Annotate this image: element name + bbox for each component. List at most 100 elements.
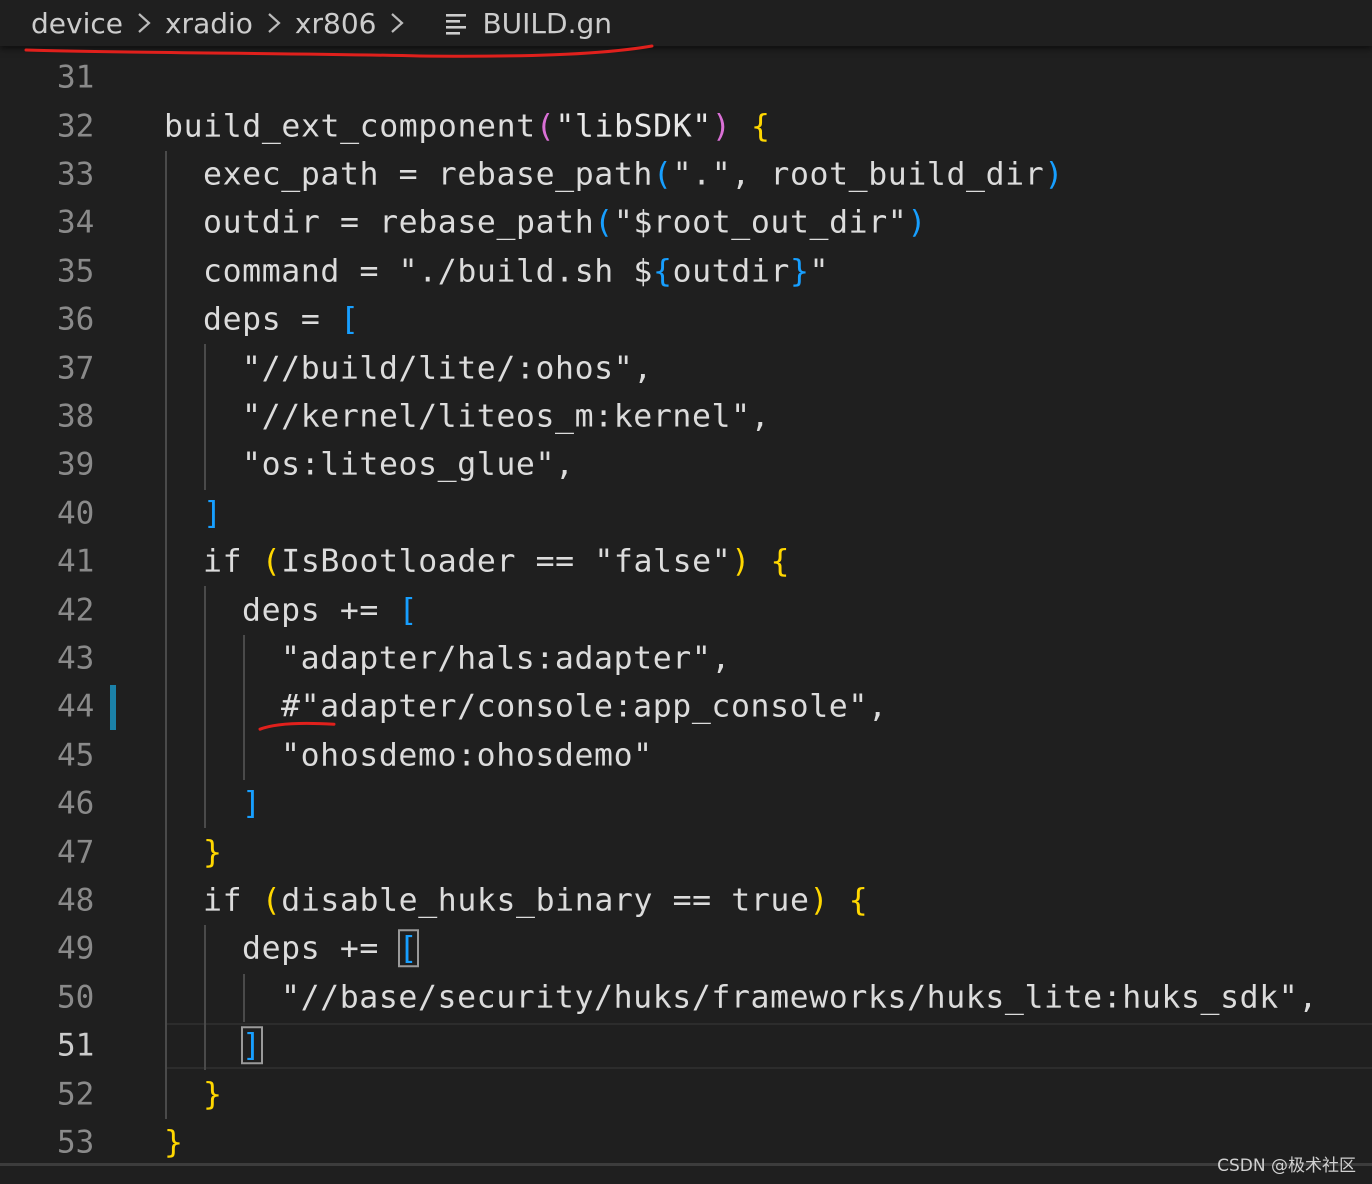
code-editor[interactable]: 31 32 build_ext_component("libSDK") { 33 exe… (0, 54, 1372, 1164)
code-line-46[interactable]: 46] (0, 780, 1372, 828)
code-line-41[interactable]: 41 if (IsBootloader == "false") { (0, 538, 1372, 586)
code-token: "//build/lite/:ohos", (242, 349, 653, 386)
line-number: 44 (57, 688, 95, 725)
code-line-39[interactable]: 39 "os:liteos_glue", (0, 441, 1372, 489)
line-number: 45 (57, 737, 95, 774)
code-token: [ (339, 301, 360, 338)
code-token: "//kernel/liteos_m:kernel", (242, 398, 771, 435)
code-token: "libSDK" (555, 107, 712, 144)
line-number: 43 (57, 640, 95, 677)
line-number: 35 (57, 253, 95, 290)
code-token: deps = (203, 301, 340, 338)
code-token: "//base/security/huks/frameworks/huks_li… (281, 979, 1318, 1016)
code-text: "//build/lite/:ohos", (242, 349, 653, 386)
code-line-35[interactable]: 35 command = "./build.sh ${outdir}" (0, 248, 1372, 296)
line-number: 36 (57, 301, 95, 338)
status-divider (0, 1163, 1372, 1166)
code-token: ) (731, 543, 751, 580)
code-text: deps += [ (242, 594, 418, 627)
code-text: deps += [ (242, 929, 420, 968)
matched-bracket: [ (397, 929, 420, 968)
code-token: { (653, 253, 673, 290)
code-text: ] (203, 495, 223, 532)
code-text: ] (241, 1026, 263, 1065)
chevron-right-icon (268, 13, 281, 33)
code-text: exec_path = rebase_path(".", root_build_… (203, 156, 1064, 193)
code-token: } (164, 1124, 184, 1161)
code-line-42[interactable]: 42 deps += [ (0, 586, 1372, 634)
code-token: build_ext_component (164, 107, 536, 144)
code-text: "//kernel/liteos_m:kernel", (242, 398, 771, 435)
code-token: if (203, 543, 262, 580)
code-token: disable_huks_binary == true (281, 882, 810, 919)
code-text: build_ext_component("libSDK") { (164, 107, 771, 144)
code-text: ] (242, 788, 262, 820)
code-token: ) (907, 204, 927, 241)
code-token: ] (203, 495, 223, 532)
line-number: 38 (57, 398, 95, 435)
code-token: } (203, 833, 223, 870)
code-token: outdir = rebase_path (203, 204, 595, 241)
code-token: outdir (672, 253, 790, 290)
code-line-51[interactable]: 51] (0, 1022, 1372, 1070)
code-line-45[interactable]: 45 "ohosdemo:ohosdemo" (0, 732, 1372, 780)
code-line-38[interactable]: 38 "//kernel/liteos_m:kernel", (0, 393, 1372, 441)
code-token: "adapter/hals:adapter", (281, 640, 731, 677)
breadcrumb: device xradio xr806 BUILD.gn (0, 0, 1372, 46)
line-number: 41 (57, 543, 95, 580)
code-line-43[interactable]: 43 "adapter/hals:adapter", (0, 635, 1372, 683)
code-line-48[interactable]: 48 if (disable_huks_binary == true) { (0, 877, 1372, 925)
line-number: 53 (57, 1124, 95, 1161)
code-text: if (disable_huks_binary == true) { (203, 882, 868, 919)
code-token: command = "./build.sh $ (203, 253, 653, 290)
line-number: 46 (57, 785, 95, 822)
code-line-52[interactable]: 52} (0, 1070, 1372, 1118)
code-line-32[interactable]: 32 build_ext_component("libSDK") { (0, 102, 1372, 150)
code-text: "adapter/hals:adapter", (281, 640, 731, 677)
code-token: ( (535, 107, 556, 144)
code-text: "//base/security/huks/frameworks/huks_li… (281, 979, 1318, 1016)
line-number: 51 (57, 1027, 95, 1064)
chevron-right-icon (138, 13, 151, 33)
code-line-34[interactable]: 34 outdir = rebase_path("$root_out_dir") (0, 199, 1372, 247)
breadcrumb-item-device[interactable]: device (31, 7, 123, 40)
line-number: 33 (57, 156, 95, 193)
code-token: ".", root_build_dir (672, 156, 1045, 193)
code-line-36[interactable]: 36 deps = [ (0, 296, 1372, 344)
code-token: ) (809, 882, 830, 919)
code-line-47[interactable]: 47} (0, 828, 1372, 876)
code-line-44[interactable]: 44 #"adapter/console:app_console", (0, 683, 1372, 731)
code-text: "os:liteos_glue", (242, 449, 575, 482)
line-number: 47 (57, 834, 95, 871)
code-line-50[interactable]: 50 "//base/security/huks/frameworks/huks_… (0, 974, 1372, 1022)
code-token: " (809, 253, 830, 290)
code-text: command = "./build.sh ${outdir}" (203, 253, 830, 290)
code-line-49[interactable]: 49 deps += [ (0, 925, 1372, 973)
code-token: ] (242, 785, 262, 822)
code-token: { (751, 107, 771, 144)
code-token: if (203, 882, 262, 919)
list-icon (446, 14, 467, 35)
breadcrumb-item-xr806[interactable]: xr806 (295, 7, 377, 40)
breadcrumb-item-xradio[interactable]: xradio (165, 7, 253, 40)
line-number: 40 (57, 495, 95, 532)
code-text: "ohosdemo:ohosdemo" (281, 739, 653, 772)
breadcrumb-file-name[interactable]: BUILD.gn (482, 7, 612, 40)
code-text: } (203, 1078, 223, 1111)
code-text: if (IsBootloader == "false") { (203, 546, 790, 578)
code-line-31[interactable]: 31 (0, 54, 1372, 102)
code-token: ( (594, 204, 614, 241)
code-token: ) (711, 107, 732, 144)
code-line-33[interactable]: 33 exec_path = rebase_path(".", root_buil… (0, 151, 1372, 199)
line-number: 31 (57, 59, 95, 96)
code-line-37[interactable]: 37 "//build/lite/:ohos", (0, 344, 1372, 392)
code-line-40[interactable]: 40] (0, 490, 1372, 538)
code-token: "$root_out_dir" (613, 204, 908, 241)
code-token: } (789, 253, 810, 290)
code-line-53[interactable]: 53} (0, 1119, 1372, 1167)
line-number: 34 (57, 204, 95, 241)
code-text: deps = [ (203, 304, 360, 336)
